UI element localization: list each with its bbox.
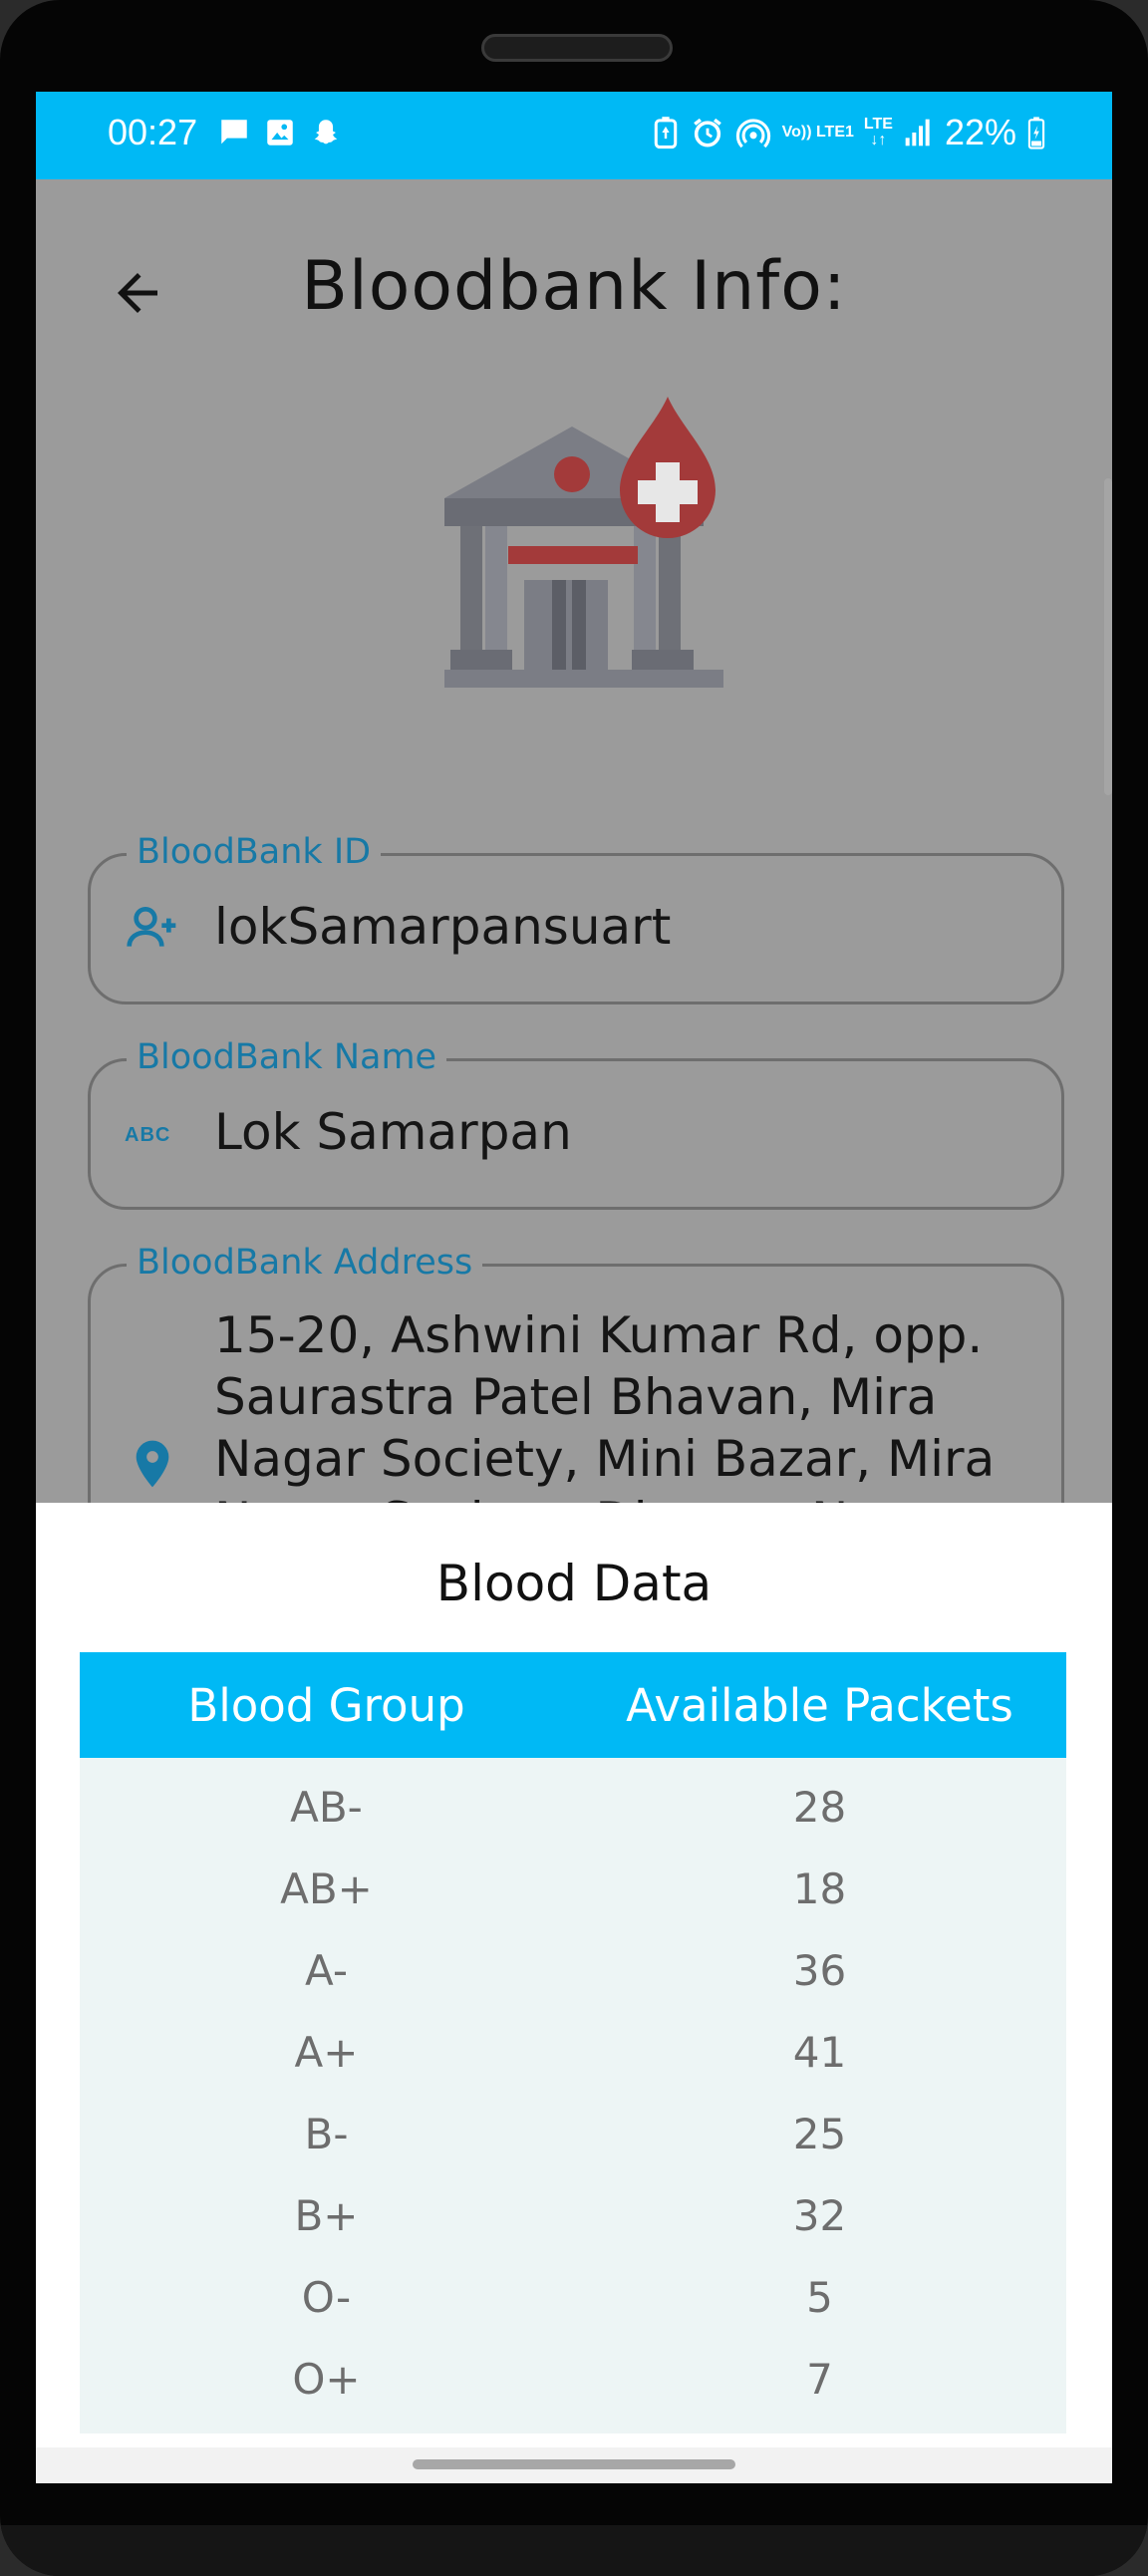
- bloodbank-name-field[interactable]: BloodBank Name ABC Lok Samarpan: [88, 1037, 1064, 1210]
- table-row: AB- 28: [80, 1766, 1066, 1848]
- blood-group-cell: O+: [292, 2354, 361, 2404]
- blood-group-cell: O-: [301, 2272, 352, 2322]
- packets-cell: 32: [792, 2190, 847, 2240]
- blood-data-table: Blood Group Available Packets AB- 28 AB+ 1…: [80, 1652, 1066, 2433]
- blood-group-cell: A+: [294, 2027, 359, 2077]
- blood-group-cell: B+: [294, 2190, 359, 2240]
- blood-group-cell: B-: [304, 2109, 349, 2158]
- packets-cell: 25: [792, 2109, 847, 2158]
- bloodbank-name-label: BloodBank Name: [127, 1037, 447, 1077]
- blood-group-cell: A-: [305, 1945, 348, 1995]
- packets-cell: 7: [806, 2354, 833, 2404]
- battery-percent: 22%: [944, 112, 1016, 152]
- packets-cell: 28: [792, 1782, 847, 1832]
- status-bar: 00:27 Vo)) LTE1 LTE ↓↑ 22%: [36, 92, 1112, 179]
- bloodbank-address-label: BloodBank Address: [127, 1243, 483, 1283]
- packets-cell: 36: [792, 1945, 847, 1995]
- signal-icon: [905, 119, 930, 146]
- packets-cell: 41: [792, 2027, 847, 2077]
- status-icons-left: [217, 116, 343, 149]
- edge-scroll-indicator: [1104, 478, 1112, 795]
- lte-icon: LTE ↓↑: [863, 116, 893, 148]
- location-pin-icon: [136, 1440, 169, 1488]
- table-row: A+ 41: [80, 2011, 1066, 2093]
- packets-cell: 5: [806, 2272, 833, 2322]
- bloodbank-id-value: lokSamarpansuart: [214, 898, 672, 956]
- battery-saver-icon: [654, 117, 677, 149]
- person-add-icon: [127, 907, 176, 947]
- table-row: O- 5: [80, 2256, 1066, 2338]
- status-time: 00:27: [108, 112, 198, 152]
- lte-label: LTE: [863, 116, 893, 133]
- blood-group-cell: AB+: [280, 1863, 373, 1913]
- earpiece-speaker: [481, 34, 673, 62]
- volte-label: Vo)) LTE1: [781, 124, 854, 141]
- snapchat-icon: [314, 120, 338, 144]
- hotspot-icon: [735, 119, 770, 148]
- bloodbank-id-label: BloodBank ID: [127, 832, 382, 872]
- table-row: B+ 32: [80, 2174, 1066, 2256]
- status-icons-right: Vo)) LTE1 LTE ↓↑ 22%: [651, 112, 1046, 153]
- blood-group-cell: AB-: [290, 1782, 363, 1832]
- bloodbank-id-field[interactable]: BloodBank ID lokSamarpansuart: [88, 832, 1064, 1004]
- bloodbank-address-field[interactable]: BloodBank Address 15-20, Ashwini Kumar R…: [88, 1243, 1064, 1503]
- blood-data-sheet: Blood Data Blood Group Available Packets…: [36, 1503, 1112, 2483]
- table-row: O+ 7: [80, 2338, 1066, 2420]
- phone-bottom-bezel: [0, 2525, 1148, 2576]
- table-row: B- 25: [80, 2093, 1066, 2174]
- table-body: AB- 28 AB+ 18 A- 36 A+ 41 B- 25 B+ 32 O- 5 O+ 7: [80, 1758, 1066, 2433]
- volte-icon: Vo)) LTE1: [782, 125, 854, 141]
- battery-icon: [1027, 117, 1045, 149]
- table-row: A- 36: [80, 1929, 1066, 2011]
- system-navigation-bar: [36, 2447, 1112, 2483]
- bloodbank-address-value: 15-20, Ashwini Kumar Rd, opp. Saurastra …: [214, 1306, 996, 1503]
- bloodbank-name-value: Lok Samarpan: [214, 1103, 572, 1161]
- message-icon: [221, 120, 247, 144]
- column-header-blood-group: Blood Group: [187, 1678, 465, 1732]
- phone-frame: 00:27 Vo)) LTE1 LTE ↓↑ 22% Bloodbank Inf…: [0, 0, 1148, 2576]
- screen: 00:27 Vo)) LTE1 LTE ↓↑ 22% Bloodbank Inf…: [36, 92, 1112, 2483]
- page-title: Bloodbank Info:: [301, 247, 847, 326]
- sheet-title: Blood Data: [435, 1555, 713, 1612]
- column-header-available-packets: Available Packets: [626, 1678, 1013, 1732]
- table-header: Blood Group Available Packets: [80, 1652, 1066, 1758]
- packets-cell: 18: [792, 1863, 847, 1913]
- bloodbank-building-icon: [444, 397, 723, 688]
- home-gesture-handle[interactable]: [413, 2459, 735, 2469]
- abc-icon: ABC: [125, 1124, 171, 1146]
- bloodbank-info-page: Bloodbank Info: BloodBank ID lokSamarpan…: [36, 179, 1112, 1503]
- gallery-icon: [267, 120, 293, 145]
- table-row: AB+ 18: [80, 1848, 1066, 1929]
- alarm-icon: [693, 118, 721, 147]
